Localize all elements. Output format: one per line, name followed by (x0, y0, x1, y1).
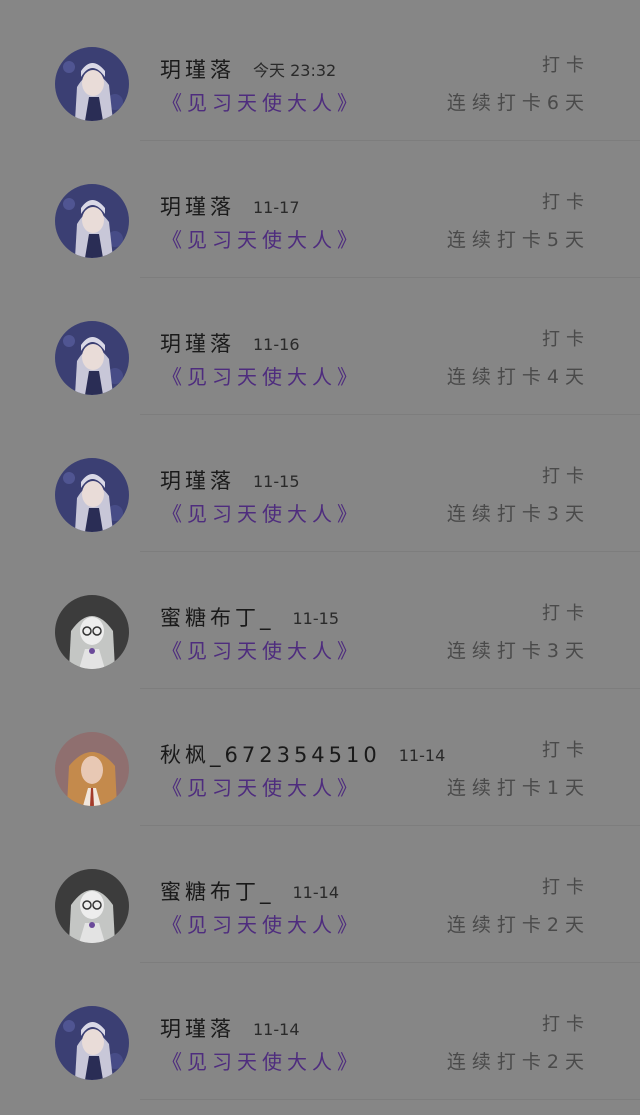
avatar-glasses-girl-icon[interactable] (55, 595, 129, 669)
avatar-silver-hair-girl-icon[interactable] (55, 321, 129, 395)
book-title-link[interactable]: 《见习天使大人》 (162, 90, 362, 116)
list-item[interactable]: 玥瑾落 11-14 《见习天使大人》 打卡 连续打卡2天 (0, 959, 640, 1100)
streak-count: 连续打卡1天 (446, 777, 590, 799)
avatar-orange-hair-girl-icon[interactable] (55, 732, 129, 806)
user-name[interactable]: 蜜糖布丁_ (160, 606, 275, 630)
avatar-silver-hair-girl-icon[interactable] (55, 458, 129, 532)
avatar-silver-hair-girl-icon (55, 458, 129, 532)
avatar-silver-hair-girl-icon (55, 47, 129, 121)
streak-count: 连续打卡2天 (446, 914, 590, 936)
check-in-label: 打卡 (542, 877, 590, 898)
user-name[interactable]: 玥瑾落 (160, 1017, 235, 1041)
avatar-glasses-girl-icon[interactable] (55, 869, 129, 943)
book-title-link[interactable]: 《见习天使大人》 (162, 775, 362, 801)
check-in-label: 打卡 (542, 603, 590, 624)
streak-count: 连续打卡5天 (446, 229, 590, 251)
streak-count: 连续打卡4天 (446, 366, 590, 388)
post-date: 11-14 (253, 1020, 300, 1039)
list-item[interactable]: 蜜糖布丁_ 11-15 《见习天使大人》 打卡 连续打卡3天 (0, 548, 640, 689)
book-title-link[interactable]: 《见习天使大人》 (162, 227, 362, 253)
avatar-silver-hair-girl-icon[interactable] (55, 1006, 129, 1080)
post-date: 11-14 (398, 746, 446, 765)
check-in-label: 打卡 (542, 1014, 590, 1035)
list-item[interactable]: 玥瑾落 11-17 《见习天使大人》 打卡 连续打卡5天 (0, 137, 640, 278)
list-item[interactable]: 玥瑾落 11-15 《见习天使大人》 打卡 连续打卡3天 (0, 411, 640, 552)
streak-count: 连续打卡6天 (446, 92, 590, 114)
list-item[interactable]: 玥瑾落 今天 23:32 《见习天使大人》 打卡 连续打卡6天 (0, 0, 640, 141)
book-title-link[interactable]: 《见习天使大人》 (162, 1049, 362, 1075)
book-title-link[interactable]: 《见习天使大人》 (162, 364, 362, 390)
divider (140, 1099, 640, 1100)
post-date: 11-17 (253, 198, 300, 217)
check-in-label: 打卡 (542, 55, 590, 76)
post-date: 11-16 (253, 335, 300, 354)
list-item[interactable]: 蜜糖布丁_ 11-14 《见习天使大人》 打卡 连续打卡2天 (0, 822, 640, 963)
post-date: 11-15 (253, 472, 300, 491)
streak-count: 连续打卡2天 (446, 1051, 590, 1073)
avatar-glasses-girl-icon (55, 595, 129, 669)
check-in-label: 打卡 (542, 740, 590, 761)
streak-count: 连续打卡3天 (446, 503, 590, 525)
avatar-silver-hair-girl-icon[interactable] (55, 47, 129, 121)
list-item[interactable]: 玥瑾落 11-16 《见习天使大人》 打卡 连续打卡4天 (0, 274, 640, 415)
avatar-silver-hair-girl-icon[interactable] (55, 184, 129, 258)
user-name[interactable]: 玥瑾落 (160, 469, 235, 493)
user-name[interactable]: 秋枫_672354510 (160, 743, 381, 767)
streak-count: 连续打卡3天 (446, 640, 590, 662)
user-name[interactable]: 蜜糖布丁_ (160, 880, 275, 904)
avatar-orange-hair-girl-icon (55, 732, 129, 806)
user-name[interactable]: 玥瑾落 (160, 332, 235, 356)
book-title-link[interactable]: 《见习天使大人》 (162, 912, 362, 938)
book-title-link[interactable]: 《见习天使大人》 (162, 638, 362, 664)
book-title-link[interactable]: 《见习天使大人》 (162, 501, 362, 527)
avatar-glasses-girl-icon (55, 869, 129, 943)
avatar-silver-hair-girl-icon (55, 184, 129, 258)
check-in-label: 打卡 (542, 192, 590, 213)
user-name[interactable]: 玥瑾落 (160, 195, 235, 219)
check-in-label: 打卡 (542, 329, 590, 350)
list-item[interactable]: 秋枫_672354510 11-14 《见习天使大人》 打卡 连续打卡1天 (0, 685, 640, 826)
avatar-silver-hair-girl-icon (55, 321, 129, 395)
post-date: 今天 23:32 (253, 61, 337, 80)
user-name[interactable]: 玥瑾落 (160, 58, 235, 82)
post-date: 11-14 (292, 883, 340, 902)
post-date: 11-15 (292, 609, 340, 628)
check-in-label: 打卡 (542, 466, 590, 487)
avatar-silver-hair-girl-icon (55, 1006, 129, 1080)
